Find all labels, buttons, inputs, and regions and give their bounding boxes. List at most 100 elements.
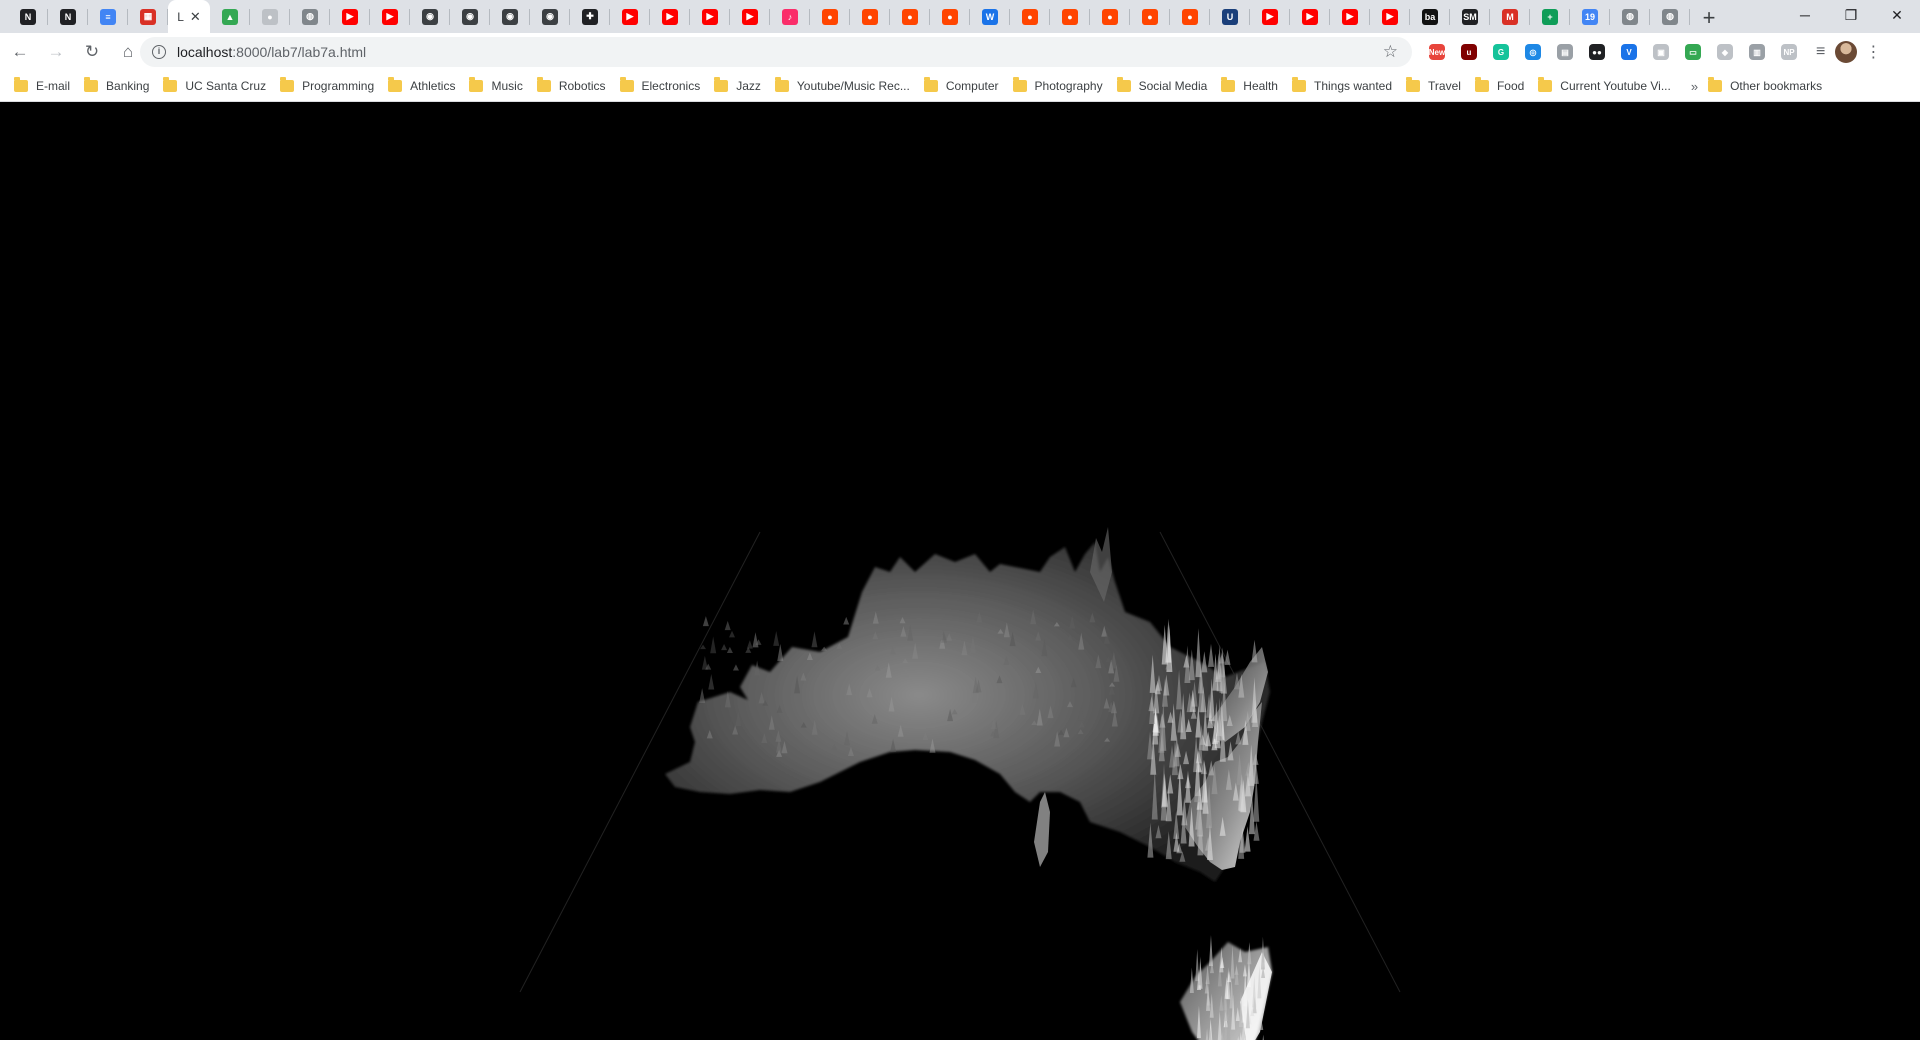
bookmark-folder[interactable]: Jazz <box>714 74 769 98</box>
profile-avatar[interactable] <box>1835 41 1858 63</box>
bookmark-folder[interactable]: Photography <box>1012 74 1111 98</box>
url-text[interactable]: localhost:8000/lab7/lab7a.html <box>177 44 366 60</box>
minimize-button[interactable]: ─ <box>1782 0 1828 30</box>
tab[interactable]: ● <box>250 0 290 33</box>
address-bar[interactable]: i localhost:8000/lab7/lab7a.html ☆ <box>140 37 1412 67</box>
tab[interactable]: ◍ <box>1610 0 1650 33</box>
tab[interactable]: ● <box>850 0 890 33</box>
np-extension-icon: NP <box>1781 44 1797 60</box>
close-tab-icon[interactable]: ✕ <box>190 9 201 25</box>
bookmark-folder[interactable]: Computer <box>923 74 1007 98</box>
bookmark-folder[interactable]: UC Santa Cruz <box>163 74 274 98</box>
terrain-spike <box>843 616 850 625</box>
extension-button[interactable]: ●● <box>1584 39 1610 65</box>
tab[interactable]: ◍ <box>1650 0 1690 33</box>
tab[interactable]: U <box>1210 0 1250 33</box>
tab[interactable]: ba <box>1410 0 1450 33</box>
tab[interactable]: ▶ <box>330 0 370 33</box>
tab[interactable]: ▶ <box>370 0 410 33</box>
bookmarks-overflow-button[interactable]: » <box>1691 79 1698 94</box>
gmail-icon: M <box>1502 8 1518 25</box>
tab[interactable]: ♪ <box>770 0 810 33</box>
tab[interactable]: SM <box>1450 0 1490 33</box>
tab[interactable]: ▶ <box>1250 0 1290 33</box>
restore-button[interactable]: ❐ <box>1828 0 1874 30</box>
tab[interactable]: ▶ <box>1290 0 1330 33</box>
tab[interactable]: ▶ <box>1330 0 1370 33</box>
forward-button[interactable]: → <box>40 38 72 66</box>
extension-button[interactable]: G <box>1488 39 1514 65</box>
bookmark-folder[interactable]: Food <box>1474 74 1532 98</box>
tab[interactable]: ◉ <box>450 0 490 33</box>
bookmark-folder[interactable]: Programming <box>280 74 382 98</box>
tab[interactable]: ● <box>890 0 930 33</box>
bookmark-folder[interactable]: E-mail <box>14 74 78 98</box>
extension-button[interactable]: NP <box>1776 39 1802 65</box>
bookmark-folder[interactable]: Current Youtube Vi... <box>1538 74 1679 98</box>
bookmark-folder[interactable]: Athletics <box>388 74 463 98</box>
url-host: localhost <box>177 44 233 60</box>
tab[interactable]: ▶ <box>1370 0 1410 33</box>
tab[interactable]: ▶ <box>730 0 770 33</box>
extension-button[interactable]: ◆ <box>1712 39 1738 65</box>
bookmark-star-icon[interactable]: ☆ <box>1383 42 1398 62</box>
tab[interactable]: M <box>1490 0 1530 33</box>
tab[interactable]: ◉ <box>530 0 570 33</box>
tab[interactable]: ● <box>1050 0 1090 33</box>
reddit-icon: ● <box>822 8 838 25</box>
bookmark-folder[interactable]: Music <box>469 74 530 98</box>
menu-kebab-icon[interactable]: ⋮ <box>1865 42 1881 62</box>
extension-button[interactable]: V <box>1616 39 1642 65</box>
folder-icon <box>714 77 729 92</box>
extension-button[interactable]: ▭ <box>1680 39 1706 65</box>
tab[interactable]: ▦ <box>128 0 168 33</box>
tab[interactable]: + <box>1530 0 1570 33</box>
extension-button[interactable]: ▤ <box>1552 39 1578 65</box>
shield-extension-icon: ◆ <box>1717 44 1733 60</box>
tab[interactable]: 19 <box>1570 0 1610 33</box>
tab[interactable]: ▶ <box>690 0 730 33</box>
tab[interactable]: ≡ <box>88 0 128 33</box>
tab[interactable]: ◉ <box>410 0 450 33</box>
bookmark-folder[interactable]: Health <box>1221 74 1286 98</box>
tab[interactable]: ✚ <box>570 0 610 33</box>
tab[interactable]: ● <box>1130 0 1170 33</box>
tab[interactable]: ● <box>810 0 850 33</box>
bookmark-folder[interactable]: Banking <box>84 74 157 98</box>
extension-button[interactable]: ◎ <box>1520 39 1546 65</box>
extension-button[interactable]: ▥ <box>1744 39 1770 65</box>
tab[interactable]: N <box>8 0 48 33</box>
tab[interactable]: ▶ <box>610 0 650 33</box>
other-bookmarks[interactable]: Other bookmarks <box>1708 74 1830 98</box>
tab[interactable]: ◉ <box>490 0 530 33</box>
bookmark-folder[interactable]: Travel <box>1406 74 1469 98</box>
reload-button[interactable]: ↻ <box>76 38 108 66</box>
tab-active[interactable]: L ✕ <box>168 0 210 33</box>
extension-button[interactable]: u <box>1456 39 1482 65</box>
back-button[interactable]: ← <box>4 38 36 66</box>
reddit-icon: ● <box>1182 8 1198 25</box>
notion-icon: N <box>20 8 36 25</box>
reading-list-icon[interactable]: ≡ <box>1816 43 1825 61</box>
tab[interactable]: ● <box>930 0 970 33</box>
bookmark-folder[interactable]: Electronics <box>619 74 709 98</box>
extension-button[interactable]: New <box>1424 39 1450 65</box>
tab[interactable]: ● <box>1170 0 1210 33</box>
tab[interactable]: ◍ <box>290 0 330 33</box>
tab[interactable]: N <box>48 0 88 33</box>
bookmark-folder[interactable]: Youtube/Music Rec... <box>774 74 918 98</box>
new-tab-button[interactable]: + <box>1694 3 1724 33</box>
close-window-button[interactable]: ✕ <box>1874 0 1920 30</box>
tab[interactable]: ● <box>1090 0 1130 33</box>
tab[interactable]: ● <box>1010 0 1050 33</box>
bookmark-folder[interactable]: Social Media <box>1116 74 1216 98</box>
bookmark-folder[interactable]: Robotics <box>536 74 614 98</box>
tab[interactable]: ▲ <box>210 0 250 33</box>
tab[interactable]: ▶ <box>650 0 690 33</box>
page-canvas[interactable] <box>0 102 1920 1040</box>
bookmark-folder[interactable]: Things wanted <box>1291 74 1400 98</box>
info-icon[interactable]: i <box>152 45 166 59</box>
extension-button[interactable]: ▣ <box>1648 39 1674 65</box>
youtube-icon: ▶ <box>1342 8 1358 25</box>
tab[interactable]: W <box>970 0 1010 33</box>
